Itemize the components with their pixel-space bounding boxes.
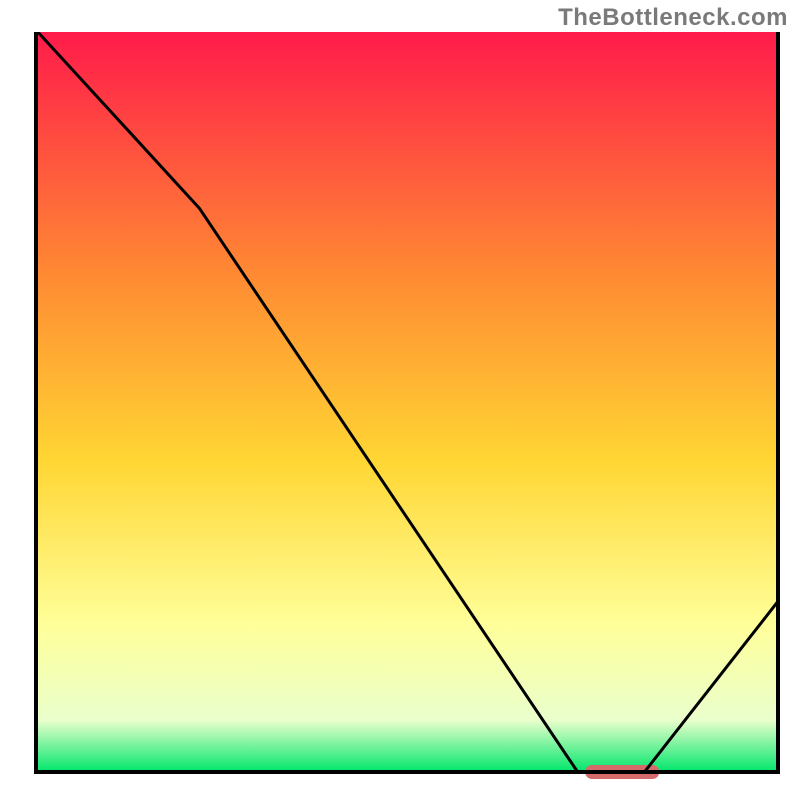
chart-svg	[0, 0, 800, 800]
watermark-text: TheBottleneck.com	[558, 4, 788, 32]
plot-area	[34, 28, 780, 779]
chart-frame: TheBottleneck.com	[0, 0, 800, 800]
gradient-background	[36, 30, 778, 772]
